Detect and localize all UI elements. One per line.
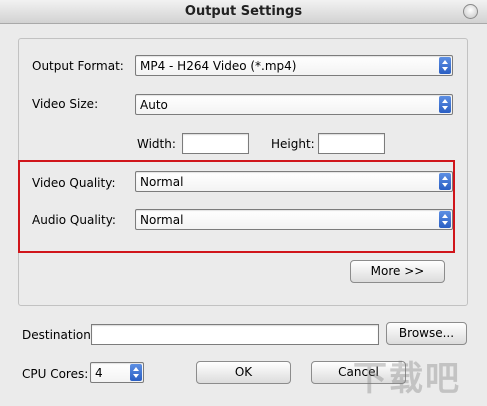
video-size-value: Auto [140, 98, 168, 112]
ok-button[interactable]: OK [196, 361, 291, 384]
cpu-cores-select[interactable]: 4 [90, 362, 144, 383]
height-label: Height: [271, 137, 315, 151]
more-button[interactable]: More >> [350, 260, 445, 283]
output-format-select[interactable]: MP4 - H264 Video (*.mp4) [135, 55, 453, 76]
video-quality-label: Video Quality: [32, 176, 116, 190]
width-label: Width: [137, 137, 176, 151]
video-size-label: Video Size: [32, 97, 99, 111]
cpu-cores-label: CPU Cores: [22, 367, 89, 381]
cpu-cores-value: 4 [95, 366, 103, 380]
video-size-select[interactable]: Auto [135, 94, 453, 115]
video-quality-select[interactable]: Normal [135, 171, 453, 192]
destination-label: Destination: [22, 328, 95, 342]
window-title: Output Settings [184, 4, 303, 19]
select-arrows-icon [439, 211, 451, 228]
close-icon[interactable] [463, 4, 478, 19]
select-arrows-icon [439, 57, 451, 74]
video-quality-value: Normal [140, 175, 184, 189]
watermark-logo: 下载吧 [353, 359, 461, 399]
audio-quality-value: Normal [140, 213, 184, 227]
output-format-value: MP4 - H264 Video (*.mp4) [140, 59, 297, 73]
title-bar: Output Settings [0, 0, 487, 24]
audio-quality-select[interactable]: Normal [135, 209, 453, 230]
height-field[interactable] [318, 133, 385, 154]
output-format-label: Output Format: [32, 59, 124, 73]
select-arrows-icon [439, 173, 451, 190]
select-arrows-icon [439, 96, 451, 113]
destination-field[interactable] [91, 324, 379, 345]
browse-button[interactable]: Browse... [386, 322, 467, 345]
select-arrows-icon [130, 364, 142, 381]
width-field[interactable] [182, 133, 249, 154]
audio-quality-label: Audio Quality: [32, 213, 116, 227]
